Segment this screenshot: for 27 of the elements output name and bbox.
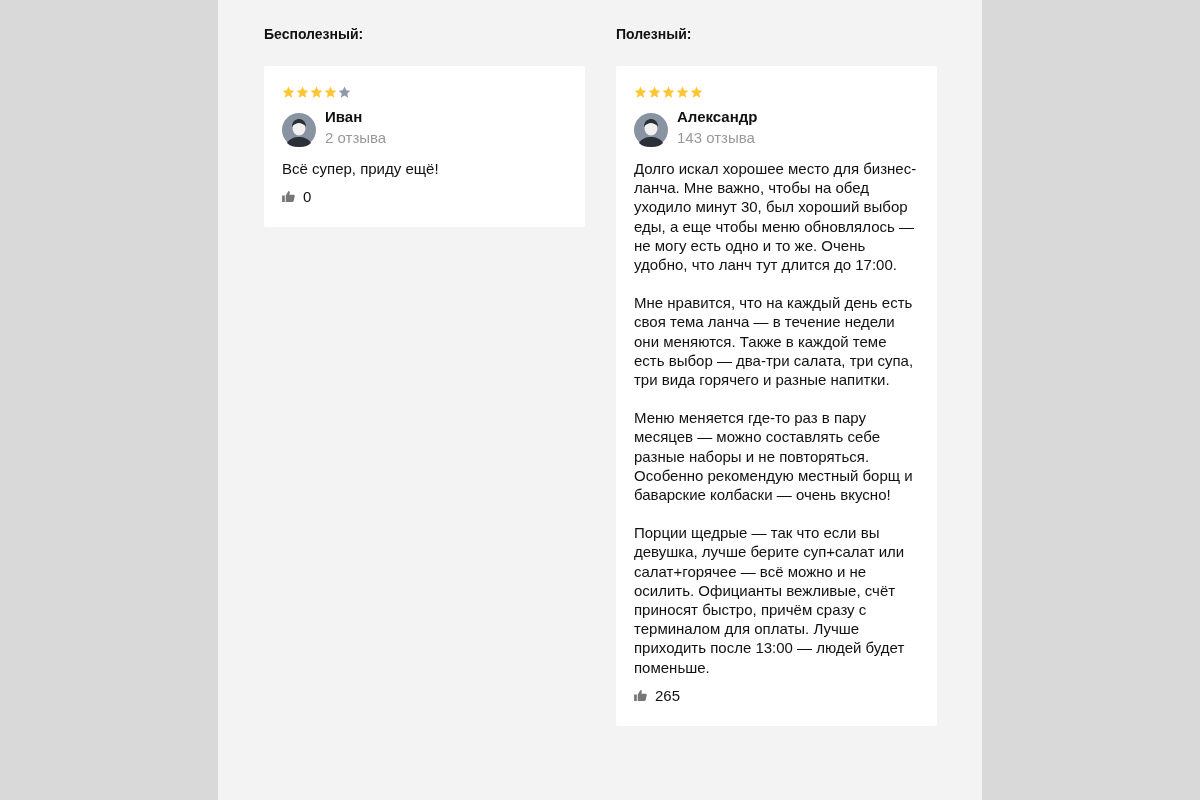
- section-heading: Полезный:: [616, 26, 693, 44]
- review-text: Долго искал хорошее место для бизнес-ланча. Мне важно, чтобы на обед уходило минут 30, был хороший выбор еды, а еще чтобы меню обновлялось — не могу есть одно и то же. Очень удобно, что ланч тут длится до 17:00.: [634, 159, 918, 275]
- review-text: Мне нравится, что на каждый день есть своя тема ланча — в течение недели они меняются. Также в каждой теме есть выбор — два-три салата, три супа, три вида горячего и разные напитки.: [634, 293, 915, 390]
- review-text: Порции щедрые — так что если вы девушка, лучше берите суп+салат или салат+горячее — всё можно и не осилить. Официанты вежливые, счёт приносят быстро, причём сразу с терминалом для оплаты. Лучше приходить после 13:00 — людей будет поменьше.: [634, 523, 906, 677]
- star-icon: [282, 86, 295, 99]
- avatar-icon: [282, 113, 316, 147]
- star-icon: [634, 86, 647, 99]
- star-icon: [310, 86, 323, 99]
- star-icon: [296, 86, 309, 99]
- star-icon: [324, 86, 337, 99]
- review-text: Всё супер, приду ещё!: [282, 159, 440, 179]
- author-name[interactable]: Александр: [677, 107, 758, 127]
- star-icon: [648, 86, 661, 99]
- reviews-count: 143 отзыва: [677, 128, 756, 148]
- thumbs-up-icon[interactable]: [634, 689, 647, 701]
- likes-count: 265: [655, 686, 681, 704]
- reviews-count: 2 отзыва: [325, 128, 387, 148]
- author-name[interactable]: Иван: [325, 107, 387, 127]
- likes-count: 0: [303, 188, 312, 206]
- star-icon: [338, 86, 351, 99]
- avatar-icon: [634, 113, 668, 147]
- star-icon: [662, 86, 675, 99]
- star-icon: [676, 86, 689, 99]
- star-icon: [690, 86, 703, 99]
- review-text: Меню меняется где-то раз в пару месяцев — можно составлять себе разные наборы и не повторяться. Особенно рекомендую местный борщ и баварские колбаски — очень вкусно!: [634, 408, 914, 505]
- thumbs-up-icon[interactable]: [282, 191, 295, 203]
- section-heading: Бесполезный:: [264, 26, 365, 44]
